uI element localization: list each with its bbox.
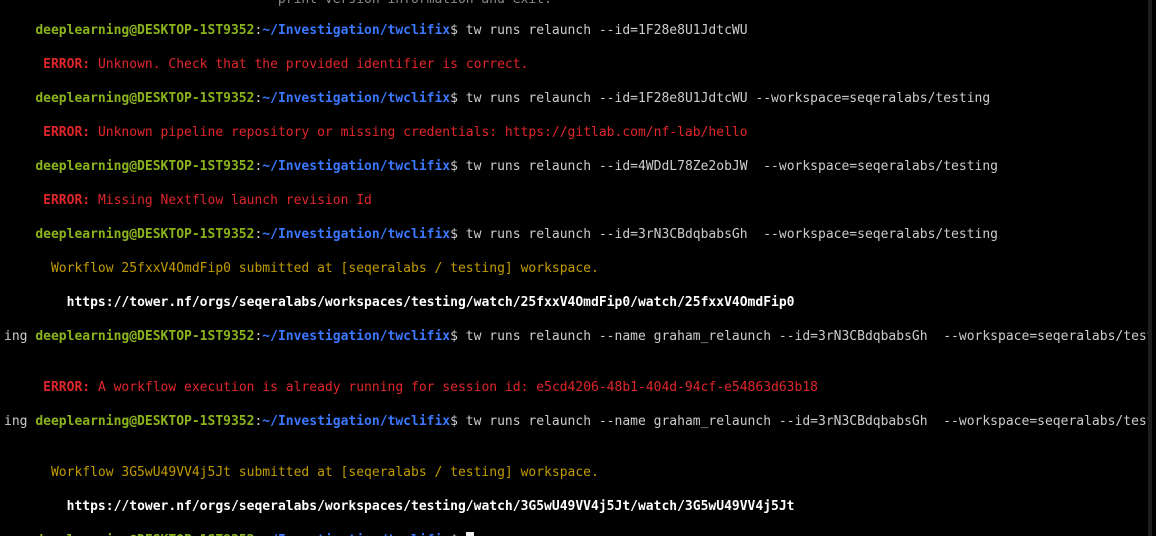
prompt-user-host: deeplearning@DESKTOP-1ST9352 [35, 91, 255, 106]
error-message: Unknown. Check that the provided identif… [97, 57, 529, 72]
active-prompt-line[interactable]: deeplearning@DESKTOP-1ST9352:~/Investiga… [4, 515, 474, 536]
submitted-line: Workflow 25fxxV4OmdFip0 submitted at [se… [4, 243, 599, 276]
prompt-user-host: deeplearning@DESKTOP-1ST9352 [35, 159, 255, 174]
submitted-line: Workflow 3G5wU49VV4j5Jt submitted at [se… [4, 447, 599, 480]
prompt-line: deeplearning@DESKTOP-1ST9352:~/Investiga… [35, 91, 991, 106]
command-text: tw runs relaunch --id=1F28e8U1JdtcWU [465, 23, 748, 38]
prompt-line: deeplearning@DESKTOP-1ST9352:~/Investiga… [35, 227, 999, 242]
command-text: tw runs relaunch --name graham_relaunch … [465, 329, 1152, 344]
command-wrap: ing [4, 414, 28, 429]
watch-url-link[interactable]: https://tower.nf/orgs/seqeralabs/workspa… [67, 499, 795, 514]
prompt-user-host: deeplearning@DESKTOP-1ST9352 [35, 414, 255, 429]
prompt-user-host: deeplearning@DESKTOP-1ST9352 [35, 227, 255, 242]
prompt-path: ~/Investigation/twclifix [262, 414, 451, 429]
error-line: ERROR: A workflow execution is already r… [4, 362, 818, 395]
command-wrap: ing [4, 329, 28, 344]
error-line: ERROR: Unknown pipeline repository or mi… [4, 107, 747, 140]
error-label: ERROR: [43, 125, 98, 140]
command-text: tw runs relaunch --id=4WDdL78Ze2obJW --w… [465, 159, 999, 174]
prompt-line: deeplearning@DESKTOP-1ST9352:~/Investiga… [4, 396, 1152, 429]
submitted-message: Workflow 25fxxV4OmdFip0 submitted at [se… [50, 261, 599, 276]
error-label: ERROR: [43, 193, 98, 208]
prompt-path: ~/Investigation/twclifix [262, 23, 451, 38]
prompt-line: deeplearning@DESKTOP-1ST9352:~/Investiga… [35, 23, 748, 38]
watch-url-link[interactable]: https://tower.nf/orgs/seqeralabs/workspa… [67, 295, 795, 310]
error-message: Missing Nextflow launch revision Id [97, 193, 372, 208]
prompt-line: deeplearning@DESKTOP-1ST9352:~/Investiga… [4, 311, 1152, 344]
prompt-user-host: deeplearning@DESKTOP-1ST9352 [35, 329, 255, 344]
prompt-path: ~/Investigation/twclifix [262, 227, 451, 242]
watch-url-line: https://tower.nf/orgs/seqeralabs/workspa… [4, 481, 795, 514]
prompt-path: ~/Investigation/twclifix [262, 91, 451, 106]
command-text: tw runs relaunch --name graham_relaunch … [465, 414, 1152, 429]
error-label: ERROR: [43, 57, 98, 72]
prompt-user-host: deeplearning@DESKTOP-1ST9352 [35, 23, 255, 38]
terminal-window[interactable]: print version information and exit. deep… [0, 0, 1152, 536]
prompt-path: ~/Investigation/twclifix [262, 159, 451, 174]
prompt-line: deeplearning@DESKTOP-1ST9352:~/Investiga… [35, 159, 999, 174]
text-cursor[interactable] [465, 532, 474, 536]
prompt-path: ~/Investigation/twclifix [262, 329, 451, 344]
scrollbar[interactable] [1148, 0, 1152, 536]
submitted-message: Workflow 3G5wU49VV4j5Jt submitted at [se… [50, 465, 599, 480]
command-text: tw runs relaunch --id=3rN3CBdqbabsGh --w… [465, 227, 999, 242]
error-line: ERROR: Unknown. Check that the provided … [4, 39, 528, 72]
error-label: ERROR: [43, 380, 98, 395]
error-line: ERROR: Missing Nextflow launch revision … [4, 175, 372, 208]
error-message: Unknown pipeline repository or missing c… [97, 125, 748, 140]
watch-url-line: https://tower.nf/orgs/seqeralabs/workspa… [4, 277, 795, 310]
command-text: tw runs relaunch --id=1F28e8U1JdtcWU --w… [465, 91, 991, 106]
error-message: A workflow execution is already running … [97, 380, 818, 395]
